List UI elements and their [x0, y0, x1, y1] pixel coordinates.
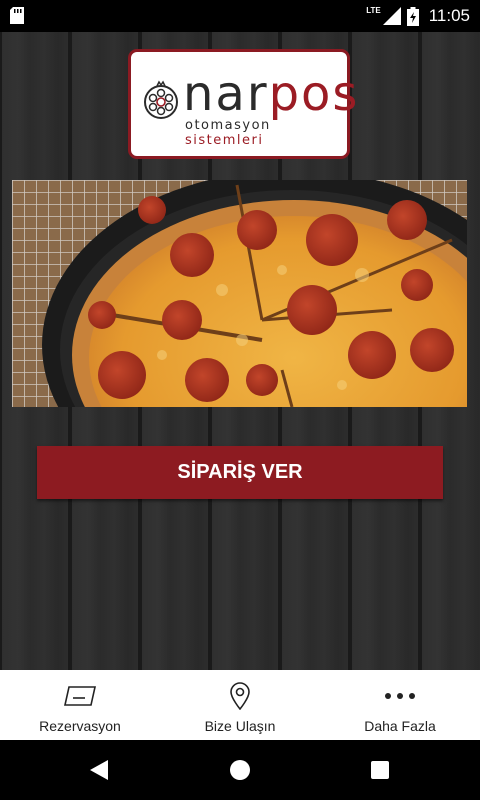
clock: 11:05: [428, 6, 470, 25]
more-dots-icon: [385, 693, 415, 699]
nav-item-reservation[interactable]: Rezervasyon: [0, 670, 160, 740]
back-icon[interactable]: [89, 759, 109, 781]
nav-item-more[interactable]: Daha Fazla: [320, 670, 480, 740]
brand-suffix: pos: [268, 66, 360, 122]
order-button[interactable]: SİPARİŞ VER: [37, 446, 443, 499]
status-bar: LTE 11:05: [0, 0, 480, 32]
bottom-navigation: Rezervasyon Bize Ulaşın Daha Fazla: [0, 670, 480, 740]
brand-prefix: nar: [183, 66, 269, 122]
pomegranate-icon: [144, 80, 178, 119]
nav-label-reservation: Rezervasyon: [39, 718, 121, 734]
brand-logo: narpos otomasyon sistemleri: [128, 49, 357, 159]
system-navigation-bar: [0, 740, 480, 800]
tagline-left: otomasyon: [185, 118, 271, 133]
brand-wordmark: narpos: [183, 70, 359, 118]
location-pin-icon: [230, 682, 250, 710]
signal-icon: [382, 7, 401, 25]
nav-label-more: Daha Fazla: [364, 718, 436, 734]
sd-card-icon: [10, 7, 24, 24]
tagline-right: sistemleri: [185, 133, 264, 148]
nav-label-contact: Bize Ulaşın: [204, 718, 276, 734]
home-icon[interactable]: [229, 759, 251, 781]
nav-item-contact[interactable]: Bize Ulaşın: [160, 670, 320, 740]
brand-tagline: otomasyon sistemleri: [185, 118, 347, 148]
pizza-banner-image: [12, 180, 467, 407]
network-type: LTE: [366, 5, 381, 15]
recents-icon[interactable]: [370, 760, 390, 780]
battery-icon: [406, 6, 419, 26]
ticket-icon: [64, 686, 96, 706]
